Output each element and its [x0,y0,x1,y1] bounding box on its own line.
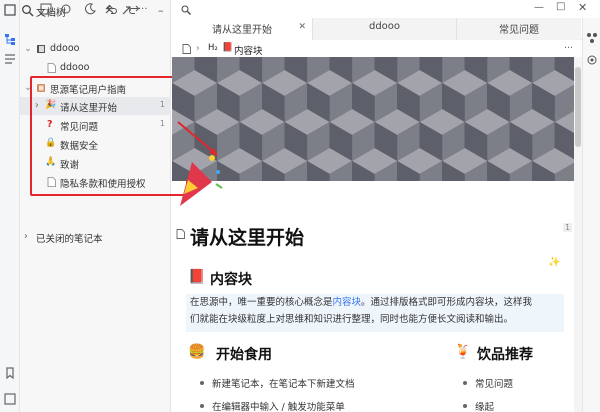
doc-start-here[interactable]: › 🎉 请从这里开始 1 [20,97,171,115]
notebook-user-guide[interactable]: ⌄ 思源笔记用户指南 [20,79,171,97]
back-icon[interactable] [180,4,192,16]
more-icon[interactable]: ··· [564,43,573,54]
list-item[interactable]: 在编辑器中输入 / 触发功能菜单 [200,399,345,412]
menu-icon[interactable] [3,3,17,17]
doc-banner [172,57,574,181]
doc-privacy[interactable]: 隐私条款和使用授权 [20,173,171,191]
doc-label: ddooo [60,62,90,73]
tab-bar: 请从这里开始 ✕ ddooo 常见问题 [172,18,600,40]
heading-drinks[interactable]: 饮品推荐 [477,344,533,364]
list-item[interactable]: 新建笔记本，在笔记本下新建文档 [200,376,355,390]
scrollbar-thumb[interactable] [575,67,581,147]
right-toolbar [582,18,600,412]
notebook-ddooo[interactable]: ⌄ ddooo [20,40,171,58]
file-icon[interactable] [182,44,191,54]
ref-count: 1 [159,100,165,109]
heading-getting-started[interactable]: 开始食用 [216,344,272,364]
cube-pattern [172,57,574,181]
doc-label: 数据安全 [60,141,99,152]
heading-level: H₂ [208,43,218,53]
breadcrumb-label[interactable]: 内容块 [234,43,263,57]
doc-faq[interactable]: ? 常见问题 1 [20,116,171,134]
doc-label: 致谢 [60,160,80,171]
question-icon: ? [47,119,53,130]
graph-icon[interactable] [586,32,598,44]
heading-content-block[interactable]: 内容块 [210,269,252,289]
para-text: 。通过排版格式即可形成内容块，这样我 [361,297,533,308]
block-link[interactable]: 内容块 [333,297,362,308]
outline-icon[interactable] [3,52,17,66]
undo-icon[interactable] [106,3,118,15]
sync-icon[interactable] [60,3,72,15]
moon-icon[interactable] [84,3,96,15]
closed-label: 已关闭的笔记本 [36,234,103,245]
doc-thanks[interactable]: 🙏 致谢 [20,154,171,172]
plugin-icon[interactable] [586,54,598,66]
intro-paragraph[interactable]: 在思源中，唯一重要的核心概念是内容块。通过排版格式即可形成内容块，这样我 们就能… [186,294,564,332]
doc-title[interactable]: 请从这里开始 [190,223,304,250]
close-tab-icon[interactable]: ✕ [298,22,306,32]
file-icon[interactable] [176,229,185,239]
book-icon: 📕 [188,269,206,285]
tab-label: 常见问题 [499,25,539,36]
drink-icon: 🍹 [454,344,472,360]
doc-data-security[interactable]: 🔒 数据安全 [20,135,171,153]
tab-faq[interactable]: 常见问题 [456,18,581,40]
file-icon [47,177,56,187]
ref-count: 1 [159,119,165,128]
faq-link[interactable]: 常见问题 [462,376,513,390]
para-text: 在思源中，唯一重要的核心概念是 [190,297,333,308]
tab-start-here[interactable]: 请从这里开始 ✕ [172,18,312,40]
doc-label: 请从这里开始 [60,103,118,114]
pray-icon: 🙏 [45,157,57,167]
notebook-icon [37,45,45,53]
lock-icon: 🔒 [45,138,57,148]
tree-icon[interactable] [3,32,17,46]
burger-icon: 🍔 [188,344,206,360]
block-icon: 📕 [222,43,234,53]
chevron-right-icon: › [196,43,200,54]
redo-icon[interactable] [128,3,140,15]
notebook-label: ddooo [50,43,80,54]
close-icon[interactable]: ✕ [578,1,587,14]
title-badge: 1 [563,223,573,232]
doc-label: 隐私条款和使用授权 [60,179,146,190]
tab-label: ddooo [368,21,401,32]
maximize-icon[interactable]: □ [556,1,565,12]
breadcrumb: › H₂ 📕 内容块 ··· [172,40,592,57]
siyuan-app: 文档树 ··· – ⌄ ddooo ddooo ⌄ 思源笔记用户指南 › 🎉 请… [0,0,600,412]
dock-icon[interactable] [3,392,17,406]
notebook-label: 思源笔记用户指南 [50,85,127,96]
para-text: 们就能在块级粒度上对思维和知识进行整理，同时也能方便长文阅读和输出。 [190,314,514,325]
tab-label: 请从这里开始 [212,25,272,36]
chevron-down-icon[interactable]: ⌄ [24,43,32,54]
tab-ddooo[interactable]: ddooo [312,18,456,40]
minimize-icon[interactable]: — [534,2,544,13]
minimize-panel-icon[interactable]: – [158,4,171,17]
editor[interactable]: 请从这里开始 1 📕 内容块 ✨ 在思源中，唯一重要的核心概念是内容块。通过排版… [172,181,574,412]
doc-label: 常见问题 [60,122,99,133]
window-controls: — □ ✕ [530,0,600,18]
bookmark-icon[interactable] [3,366,17,380]
closed-notebooks[interactable]: › 已关闭的笔记本 [20,228,171,246]
chevron-right-icon[interactable]: › [24,231,28,242]
origin-link[interactable]: 缘起 [462,399,494,412]
arrow-annotation [177,121,218,156]
party-icon: 🎉 [45,100,57,110]
file-icon [47,63,56,73]
book-icon [37,84,45,92]
doc-tree-panel: 文档树 ··· – ⌄ ddooo ddooo ⌄ 思源笔记用户指南 › 🎉 请… [20,0,188,412]
doc-ddooo[interactable]: ddooo [20,59,171,77]
search-icon[interactable] [21,4,34,17]
left-toolbar [0,0,20,412]
spark-icon: ✨ [548,257,561,268]
window-icon[interactable] [40,3,52,15]
scrollbar[interactable] [574,57,582,412]
chevron-down-icon[interactable]: ⌄ [24,82,32,93]
chevron-right-icon[interactable]: › [35,100,39,111]
